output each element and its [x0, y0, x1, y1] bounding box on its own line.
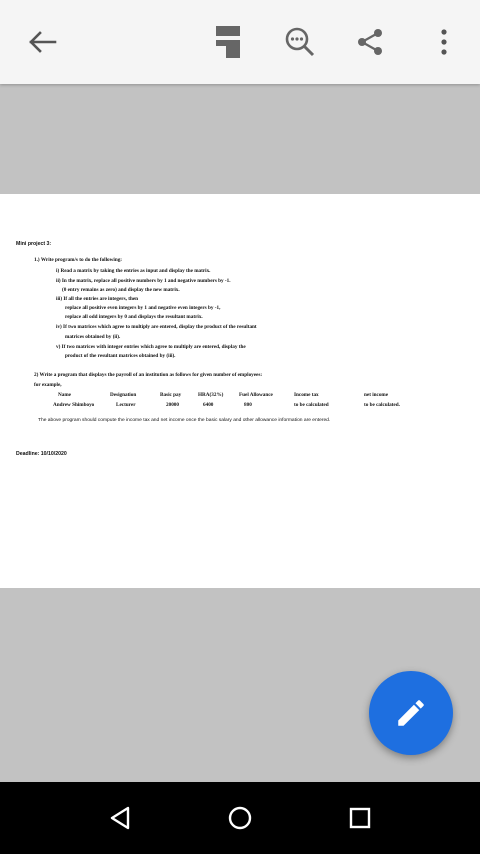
q1-item-ii-cont: (0 entry remains as zero) and display th…	[62, 287, 180, 293]
table-cell-fuel-allowance: 800	[244, 402, 252, 408]
table-header-designation: Designation	[110, 392, 137, 398]
table-cell-basic-pay: 20000	[166, 402, 179, 408]
system-nav-bar	[0, 782, 480, 854]
q1-intro: 1.) Write program/s to do the following:	[34, 257, 123, 263]
table-header-hra: HRA(32%)	[198, 392, 224, 398]
table-cell-net-income: to be calculated.	[364, 402, 400, 408]
q1-item-i: i) Read a matrix by taking the entries a…	[56, 268, 211, 274]
back-button[interactable]	[18, 18, 66, 66]
nav-recents-icon	[349, 807, 371, 829]
nav-home-icon	[228, 806, 252, 830]
q1-item-iv-cont: matrices obtained by (ii).	[65, 334, 121, 340]
nav-home-button[interactable]	[216, 794, 264, 842]
share-icon	[358, 29, 382, 55]
q1-item-iii: iii) If all the entries are integers, th…	[56, 296, 139, 302]
app-toolbar	[0, 0, 480, 84]
more-vert-icon	[441, 29, 447, 55]
q2-example: for example,	[34, 382, 62, 388]
q2-intro: 2) Write a program that displays the pay…	[34, 372, 263, 378]
document-page[interactable]: Mini project 3: 1.) Write program/s to d…	[0, 194, 480, 588]
q1-item-iv: iv) If two matrices which agree to multi…	[56, 324, 257, 330]
q1-item-iii-cont2: replace all odd integers by 0 and displa…	[65, 314, 203, 320]
nav-back-button[interactable]	[96, 794, 144, 842]
edit-fab-button[interactable]	[369, 671, 453, 755]
deadline: Deadline: 10/10/2020	[16, 451, 67, 457]
table-header-name: Name	[58, 392, 71, 398]
table-cell-name: Andrew Shimboyo	[53, 402, 95, 408]
layout-button[interactable]	[204, 18, 252, 66]
table-cell-designation: Lecturer	[116, 402, 136, 408]
share-button[interactable]	[346, 18, 394, 66]
table-header-net-income: net income	[364, 392, 389, 398]
table-cell-income-tax: to be calculated	[294, 402, 329, 408]
table-header-basic-pay: Basic pay	[160, 392, 182, 398]
table-cell-hra: 6400	[203, 402, 214, 408]
q1-item-v-cont: product of the resultant matrices obtain…	[65, 353, 176, 359]
document-layout-icon	[216, 26, 240, 58]
doc-title: Mini project 3:	[16, 241, 52, 247]
edit-pencil-icon	[398, 700, 424, 726]
q1-item-iii-cont1: replace all positive even integers by 1 …	[65, 305, 221, 311]
search-button[interactable]	[276, 18, 324, 66]
nav-recents-button[interactable]	[336, 794, 384, 842]
more-options-button[interactable]	[420, 18, 468, 66]
search-icon	[285, 27, 315, 57]
q1-item-ii: ii) In the matrix, replace all positive …	[56, 278, 231, 284]
table-header-fuel-allowance: Fuel Allowance	[239, 392, 273, 398]
back-arrow-icon	[29, 31, 57, 53]
q1-item-v: v) If two matrices with integer entries …	[56, 344, 246, 350]
program-note: The above program should compute the inc…	[38, 418, 331, 423]
nav-back-icon	[110, 806, 130, 830]
table-header-income-tax: Income tax	[294, 392, 319, 398]
